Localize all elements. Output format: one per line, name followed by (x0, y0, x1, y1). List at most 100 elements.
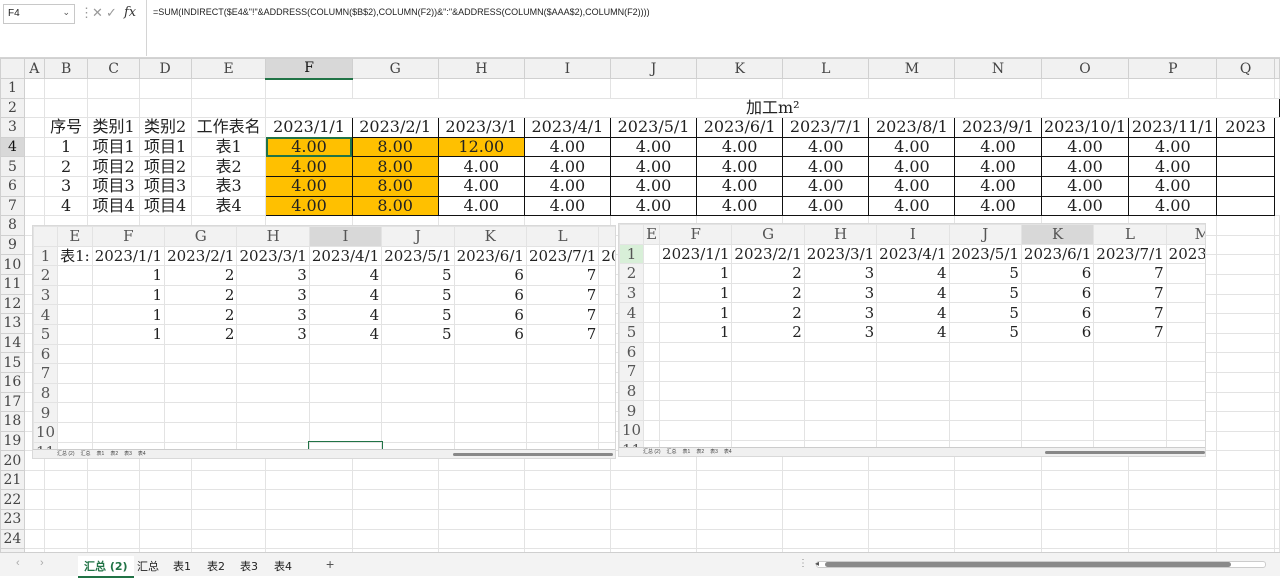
cell[interactable] (782, 528, 870, 550)
value-cell[interactable]: 4.00 (868, 195, 956, 217)
cell[interactable] (265, 489, 353, 511)
date-header-cell[interactable]: 2023/3/1 (437, 117, 525, 138)
cell[interactable] (523, 469, 611, 491)
cell[interactable] (609, 489, 698, 511)
confirm-icon[interactable]: ✓ (106, 5, 117, 21)
cell[interactable] (43, 78, 89, 99)
merged-title-cell[interactable]: 加工m² (265, 97, 1280, 119)
cell[interactable] (23, 489, 45, 511)
value-cell[interactable]: 4.00 (782, 195, 870, 217)
row-header-2[interactable]: 2 (0, 97, 25, 119)
value-cell[interactable]: 4.00 (954, 136, 1042, 158)
header-cell[interactable]: 类别1 (87, 117, 140, 138)
value-cell[interactable]: 4.00 (782, 156, 870, 177)
cell[interactable] (1128, 489, 1218, 511)
cell[interactable] (523, 78, 611, 99)
category2-cell[interactable]: 项目4 (138, 195, 192, 217)
cell[interactable] (523, 509, 611, 530)
value-cell[interactable]: 4.00 (609, 136, 698, 158)
sheet-name-cell[interactable]: 表1 (190, 136, 267, 158)
header-cell[interactable]: 序号 (43, 117, 89, 138)
cell[interactable] (1128, 78, 1218, 99)
cell[interactable] (1216, 254, 1275, 275)
date-header-cell[interactable]: 2023/10/1 (1040, 117, 1130, 138)
cell[interactable] (87, 469, 140, 491)
active-cell[interactable]: 4.00 (265, 136, 353, 158)
date-header-cell[interactable]: 2023/4/1 (523, 117, 611, 138)
value-cell[interactable]: 4.00 (609, 175, 698, 197)
date-header-cell[interactable]: 2023 (1216, 117, 1275, 138)
cell[interactable] (1216, 411, 1275, 432)
row-header-23[interactable]: 23 (0, 509, 25, 530)
column-header-i[interactable]: I (523, 58, 611, 79)
sheet-tab[interactable]: 表2 (201, 556, 231, 576)
cell[interactable] (1040, 489, 1130, 511)
value-cell[interactable]: 4.00 (437, 195, 525, 217)
cell[interactable] (1274, 293, 1280, 315)
cell[interactable] (1216, 352, 1275, 373)
cell[interactable] (1216, 430, 1275, 452)
row-header-19[interactable]: 19 (0, 430, 25, 452)
sheet-tab[interactable]: 表1 (167, 556, 197, 576)
cell[interactable] (23, 528, 45, 550)
column-header-q[interactable]: Q (1216, 58, 1275, 79)
value-cell[interactable]: 4.00 (1128, 175, 1218, 197)
cell[interactable] (1274, 234, 1280, 256)
cell[interactable] (190, 97, 267, 119)
row-header-22[interactable]: 22 (0, 489, 25, 511)
cell[interactable] (1274, 528, 1280, 550)
sheet-name-cell[interactable]: 表2 (190, 156, 267, 177)
row-header-6[interactable]: 6 (0, 175, 25, 197)
cell[interactable] (23, 175, 45, 197)
cell[interactable] (1216, 469, 1275, 491)
cell[interactable] (696, 469, 784, 491)
chevron-left-icon[interactable]: ‹ (16, 557, 20, 569)
column-header-partial[interactable] (1274, 58, 1280, 79)
column-header-e[interactable]: E (190, 58, 267, 79)
cell[interactable] (1274, 411, 1280, 432)
sheet-name-cell[interactable]: 表4 (190, 195, 267, 217)
cell[interactable] (782, 509, 870, 530)
column-header-n[interactable]: N (954, 58, 1042, 79)
row-header-15[interactable]: 15 (0, 352, 25, 373)
value-cell[interactable]: 8.00 (351, 175, 439, 197)
cell[interactable] (1216, 156, 1275, 177)
cancel-icon[interactable]: ✕ (92, 5, 103, 21)
value-cell[interactable]: 4.00 (1040, 195, 1130, 217)
cell[interactable] (265, 469, 353, 491)
cell[interactable] (868, 528, 956, 550)
row-header-12[interactable]: 12 (0, 293, 25, 315)
cell[interactable] (437, 489, 525, 511)
cell[interactable] (1274, 371, 1280, 393)
cell[interactable] (437, 78, 525, 99)
date-header-cell[interactable]: 2023/8/1 (868, 117, 956, 138)
row-header-20[interactable]: 20 (0, 450, 25, 471)
scroll-left-icon[interactable]: ◂ (815, 559, 819, 568)
cell[interactable] (23, 156, 45, 177)
cell[interactable] (1274, 489, 1280, 511)
header-cell[interactable]: 类别2 (138, 117, 192, 138)
name-box[interactable]: F4 ⌄ (3, 4, 75, 24)
cell[interactable] (351, 489, 439, 511)
category1-cell[interactable]: 项目1 (87, 136, 140, 158)
date-header-cell[interactable]: 2023/2/1 (351, 117, 439, 138)
cell[interactable] (1216, 509, 1275, 530)
value-cell[interactable]: 8.00 (351, 136, 439, 158)
cell[interactable] (609, 528, 698, 550)
value-cell[interactable]: 4.00 (1040, 175, 1130, 197)
value-cell[interactable]: 4.00 (1128, 195, 1218, 217)
value-cell[interactable]: 4.00 (868, 156, 956, 177)
value-cell[interactable]: 4.00 (265, 175, 353, 197)
date-header-cell[interactable]: 2023/6/1 (696, 117, 784, 138)
row-header-13[interactable]: 13 (0, 313, 25, 334)
value-cell[interactable]: 12.00 (437, 136, 525, 158)
cell[interactable] (696, 528, 784, 550)
column-header-g[interactable]: G (351, 58, 439, 79)
cell[interactable] (1216, 528, 1275, 550)
column-header-d[interactable]: D (138, 58, 192, 79)
cell[interactable] (43, 97, 89, 119)
cell[interactable] (954, 489, 1042, 511)
value-cell[interactable]: 4.00 (868, 136, 956, 158)
date-header-cell[interactable]: 2023/1/1 (265, 117, 353, 138)
value-cell[interactable]: 4.00 (696, 175, 784, 197)
